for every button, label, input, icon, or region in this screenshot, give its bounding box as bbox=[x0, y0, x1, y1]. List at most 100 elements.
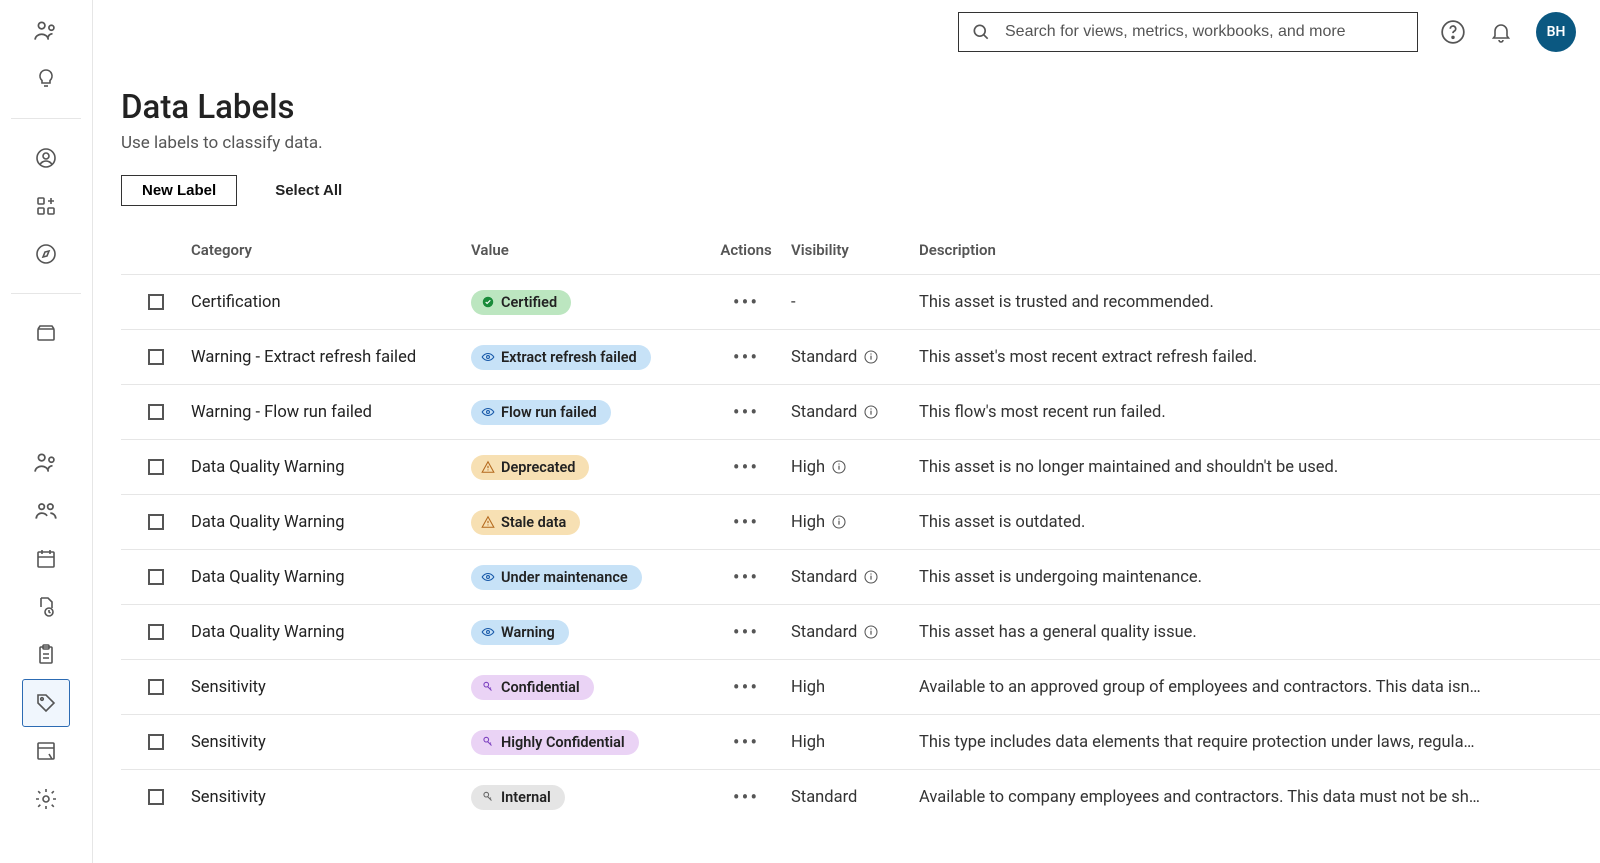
user-icon bbox=[34, 146, 58, 170]
key-icon bbox=[481, 680, 495, 694]
sidebar-item-user[interactable] bbox=[23, 135, 69, 181]
row-checkbox[interactable] bbox=[148, 624, 164, 640]
sidebar-item-apps[interactable] bbox=[23, 183, 69, 229]
col-category[interactable]: Category bbox=[191, 241, 471, 259]
row-actions-button[interactable]: ••• bbox=[733, 787, 759, 807]
notifications-button[interactable] bbox=[1488, 19, 1514, 45]
sidebar-item-people[interactable] bbox=[23, 440, 69, 486]
cell-visibility: Standard bbox=[791, 403, 919, 422]
value-pill: Warning bbox=[471, 620, 569, 645]
lightbulb-icon bbox=[34, 67, 58, 91]
sidebar-item-groups[interactable] bbox=[23, 488, 69, 534]
cell-description: This flow's most recent run failed. bbox=[919, 403, 1588, 422]
cell-visibility: Standard bbox=[791, 788, 919, 807]
new-label-button[interactable]: New Label bbox=[121, 175, 237, 206]
pill-label: Under maintenance bbox=[501, 569, 628, 586]
row-actions-button[interactable]: ••• bbox=[733, 457, 759, 477]
compass-icon bbox=[34, 242, 58, 266]
col-visibility[interactable]: Visibility bbox=[791, 241, 919, 259]
info-icon[interactable] bbox=[863, 349, 879, 365]
row-actions-button[interactable]: ••• bbox=[733, 292, 759, 312]
row-actions-button[interactable]: ••• bbox=[733, 402, 759, 422]
help-icon bbox=[1440, 19, 1466, 45]
info-icon[interactable] bbox=[863, 569, 879, 585]
search-icon bbox=[971, 22, 991, 42]
sidebar-item-box[interactable] bbox=[23, 310, 69, 356]
cell-visibility: High bbox=[791, 678, 919, 697]
row-actions-button[interactable]: ••• bbox=[733, 512, 759, 532]
cell-description: Available to an approved group of employ… bbox=[919, 678, 1588, 697]
sidebar-item-jobs[interactable] bbox=[23, 584, 69, 630]
table-row: Data Quality WarningStale data•••HighThi… bbox=[121, 494, 1600, 549]
value-pill: Certified bbox=[471, 290, 571, 315]
users-icon bbox=[33, 450, 59, 476]
value-pill: Confidential bbox=[471, 675, 594, 700]
eye-icon bbox=[481, 625, 495, 639]
sidebar-item-tasks[interactable] bbox=[23, 632, 69, 678]
info-icon[interactable] bbox=[863, 404, 879, 420]
cell-category: Sensitivity bbox=[191, 733, 471, 752]
table-row: SensitivityConfidential•••HighAvailable … bbox=[121, 659, 1600, 714]
main: BH Data Labels Use labels to classify da… bbox=[93, 0, 1600, 863]
sidebar-item-schedules[interactable] bbox=[23, 536, 69, 582]
cell-visibility: High bbox=[791, 513, 919, 532]
value-pill: Deprecated bbox=[471, 455, 589, 480]
key-icon bbox=[481, 790, 495, 804]
row-checkbox[interactable] bbox=[148, 349, 164, 365]
help-button[interactable] bbox=[1440, 19, 1466, 45]
pill-label: Internal bbox=[501, 789, 551, 806]
sidebar-item-hint[interactable] bbox=[23, 56, 69, 102]
row-checkbox[interactable] bbox=[148, 294, 164, 310]
sidebar-item-site-status[interactable] bbox=[23, 728, 69, 774]
users-icon bbox=[33, 18, 59, 44]
sidebar-item-settings[interactable] bbox=[23, 776, 69, 822]
info-icon[interactable] bbox=[863, 624, 879, 640]
select-all-button[interactable]: Select All bbox=[269, 181, 348, 200]
row-actions-button[interactable]: ••• bbox=[733, 732, 759, 752]
info-icon[interactable] bbox=[831, 459, 847, 475]
warn-icon bbox=[481, 515, 495, 529]
cell-visibility: Standard bbox=[791, 568, 919, 587]
sidebar-item-explore[interactable] bbox=[23, 231, 69, 277]
warn-icon bbox=[481, 460, 495, 474]
search-input[interactable] bbox=[1003, 22, 1405, 42]
row-checkbox[interactable] bbox=[148, 789, 164, 805]
info-icon[interactable] bbox=[831, 514, 847, 530]
col-value[interactable]: Value bbox=[471, 241, 701, 259]
archive-icon bbox=[34, 321, 58, 345]
cell-category: Data Quality Warning bbox=[191, 458, 471, 477]
sidebar-item-data-labels[interactable] bbox=[23, 680, 69, 726]
cell-category: Data Quality Warning bbox=[191, 513, 471, 532]
eye-icon bbox=[481, 405, 495, 419]
calendar-icon bbox=[34, 547, 58, 571]
table-row: Data Quality WarningUnder maintenance•••… bbox=[121, 549, 1600, 604]
row-actions-button[interactable]: ••• bbox=[733, 622, 759, 642]
global-search[interactable] bbox=[958, 12, 1418, 52]
row-actions-button[interactable]: ••• bbox=[733, 567, 759, 587]
row-checkbox[interactable] bbox=[148, 459, 164, 475]
page-subtitle: Use labels to classify data. bbox=[121, 133, 1600, 153]
eye-icon bbox=[481, 350, 495, 364]
avatar[interactable]: BH bbox=[1536, 12, 1576, 52]
row-checkbox[interactable] bbox=[148, 569, 164, 585]
row-actions-button[interactable]: ••• bbox=[733, 677, 759, 697]
row-checkbox[interactable] bbox=[148, 679, 164, 695]
table-row: Data Quality WarningDeprecated•••HighThi… bbox=[121, 439, 1600, 494]
cell-description: This asset is undergoing maintenance. bbox=[919, 568, 1588, 587]
cell-description: This asset is trusted and recommended. bbox=[919, 293, 1588, 312]
cell-category: Warning - Flow run failed bbox=[191, 403, 471, 422]
cell-visibility: Standard bbox=[791, 623, 919, 642]
col-description[interactable]: Description bbox=[919, 241, 1588, 259]
group-icon bbox=[33, 498, 59, 524]
row-checkbox[interactable] bbox=[148, 514, 164, 530]
sidebar-item-users[interactable] bbox=[23, 8, 69, 54]
value-pill: Extract refresh failed bbox=[471, 345, 651, 370]
row-checkbox[interactable] bbox=[148, 404, 164, 420]
table-row: Data Quality WarningWarning•••StandardTh… bbox=[121, 604, 1600, 659]
cell-visibility: High bbox=[791, 733, 919, 752]
pill-label: Warning bbox=[501, 624, 555, 641]
table-row: CertificationCertified•••-This asset is … bbox=[121, 274, 1600, 329]
row-checkbox[interactable] bbox=[148, 734, 164, 750]
row-actions-button[interactable]: ••• bbox=[733, 347, 759, 367]
value-pill: Internal bbox=[471, 785, 565, 810]
